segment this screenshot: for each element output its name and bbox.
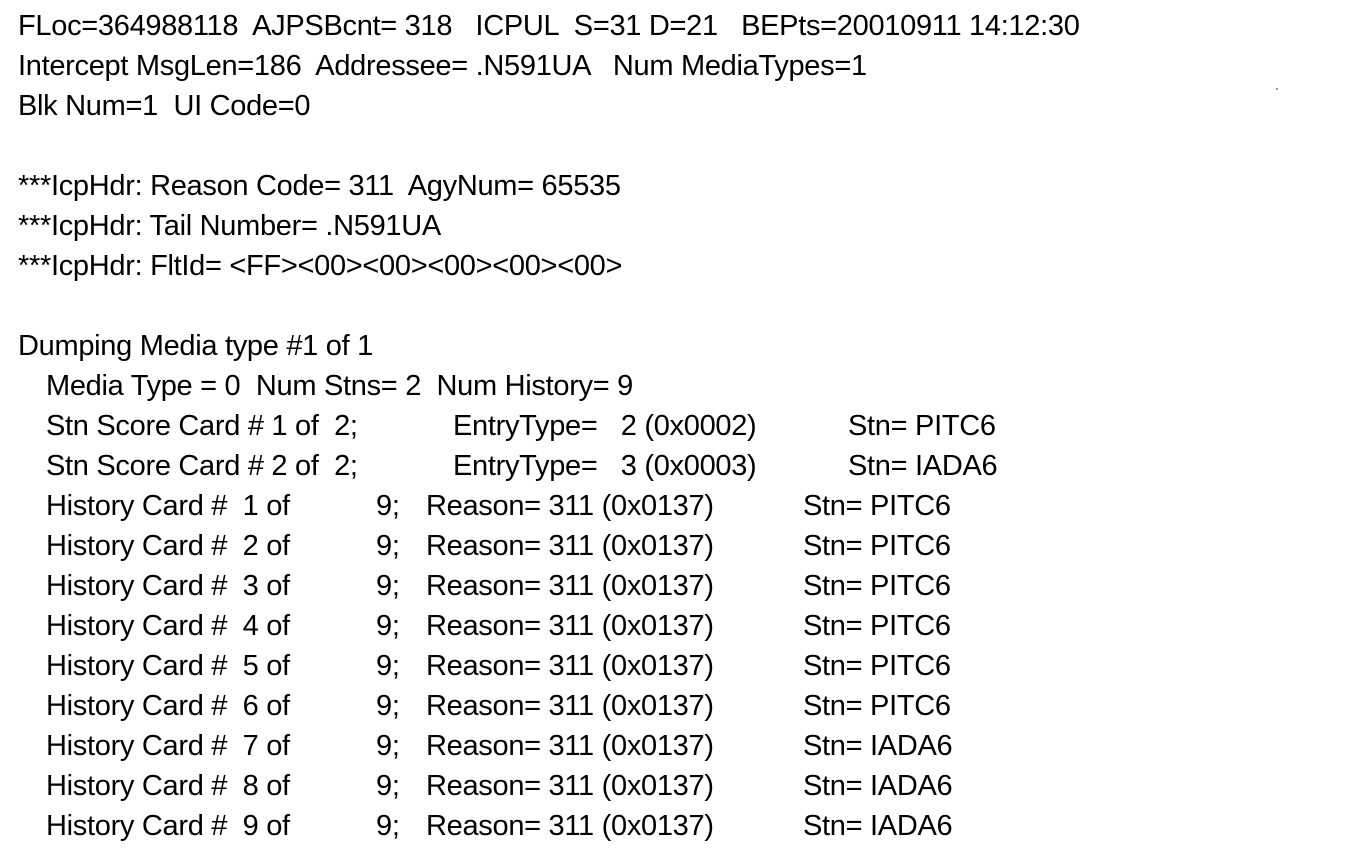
media-dump-title: Dumping Media type #1 of 1 (18, 330, 373, 362)
history-card-total: 9; (376, 730, 400, 762)
history-card-label: History Card # 9 of (46, 810, 290, 842)
history-card-station: Stn= PITC6 (803, 690, 951, 722)
icphdr-fltid-line: ***IcpHdr: FltId= <FF><00><00><00><00><0… (18, 250, 623, 282)
header-line-blk: Blk Num=1 UI Code=0 (18, 90, 311, 122)
history-card-reason: Reason= 311 (0x0137) (426, 570, 714, 602)
history-card-label: History Card # 7 of (46, 730, 290, 762)
history-card-total: 9; (376, 530, 400, 562)
history-card-reason: Reason= 311 (0x0137) (426, 690, 714, 722)
history-card-station: Stn= PITC6 (803, 650, 951, 682)
icphdr-reason-line: ***IcpHdr: Reason Code= 311 AgyNum= 6553… (18, 170, 621, 202)
history-card-reason: Reason= 311 (0x0137) (426, 530, 714, 562)
history-card-total: 9; (376, 770, 400, 802)
history-card-total: 9; (376, 690, 400, 722)
history-card-station: Stn= PITC6 (803, 570, 951, 602)
media-summary: Media Type = 0 Num Stns= 2 Num History= … (46, 370, 633, 402)
scan-speck (1276, 88, 1278, 90)
history-card-reason: Reason= 311 (0x0137) (426, 490, 714, 522)
history-card-label: History Card # 6 of (46, 690, 290, 722)
history-card-total: 9; (376, 650, 400, 682)
score-card-station: Stn= IADA6 (848, 450, 998, 482)
history-card-total: 9; (376, 810, 400, 842)
history-card-label: History Card # 2 of (46, 530, 290, 562)
history-card-reason: Reason= 311 (0x0137) (426, 770, 714, 802)
score-card-label: Stn Score Card # 1 of 2; (46, 410, 358, 442)
history-card-reason: Reason= 311 (0x0137) (426, 650, 714, 682)
history-card-reason: Reason= 311 (0x0137) (426, 810, 714, 842)
history-card-label: History Card # 3 of (46, 570, 290, 602)
history-card-station: Stn= IADA6 (803, 730, 953, 762)
history-card-total: 9; (376, 570, 400, 602)
history-card-label: History Card # 5 of (46, 650, 290, 682)
history-card-reason: Reason= 311 (0x0137) (426, 610, 714, 642)
history-card-label: History Card # 1 of (46, 490, 290, 522)
score-card-entry-type: EntryType= 3 (0x0003) (453, 450, 757, 482)
history-card-station: Stn= PITC6 (803, 610, 951, 642)
history-card-station: Stn= PITC6 (803, 490, 951, 522)
score-card-entry-type: EntryType= 2 (0x0002) (453, 410, 757, 442)
score-card-label: Stn Score Card # 2 of 2; (46, 450, 358, 482)
history-card-label: History Card # 8 of (46, 770, 290, 802)
icphdr-tail-line: ***IcpHdr: Tail Number= .N591UA (18, 210, 441, 242)
history-card-label: History Card # 4 of (46, 610, 290, 642)
history-card-reason: Reason= 311 (0x0137) (426, 730, 714, 762)
header-line-floc: FLoc=364988118 AJPSBcnt= 318 ICPUL S=31 … (18, 10, 1080, 42)
header-line-intercept: Intercept MsgLen=186 Addressee= .N591UA … (18, 50, 867, 82)
history-card-total: 9; (376, 490, 400, 522)
history-card-total: 9; (376, 610, 400, 642)
document-page: { "header": { "line1": "FLoc=364988118 A… (0, 0, 1349, 860)
history-card-station: Stn= IADA6 (803, 770, 953, 802)
history-card-station: Stn= PITC6 (803, 530, 951, 562)
score-card-station: Stn= PITC6 (848, 410, 996, 442)
history-card-station: Stn= IADA6 (803, 810, 953, 842)
